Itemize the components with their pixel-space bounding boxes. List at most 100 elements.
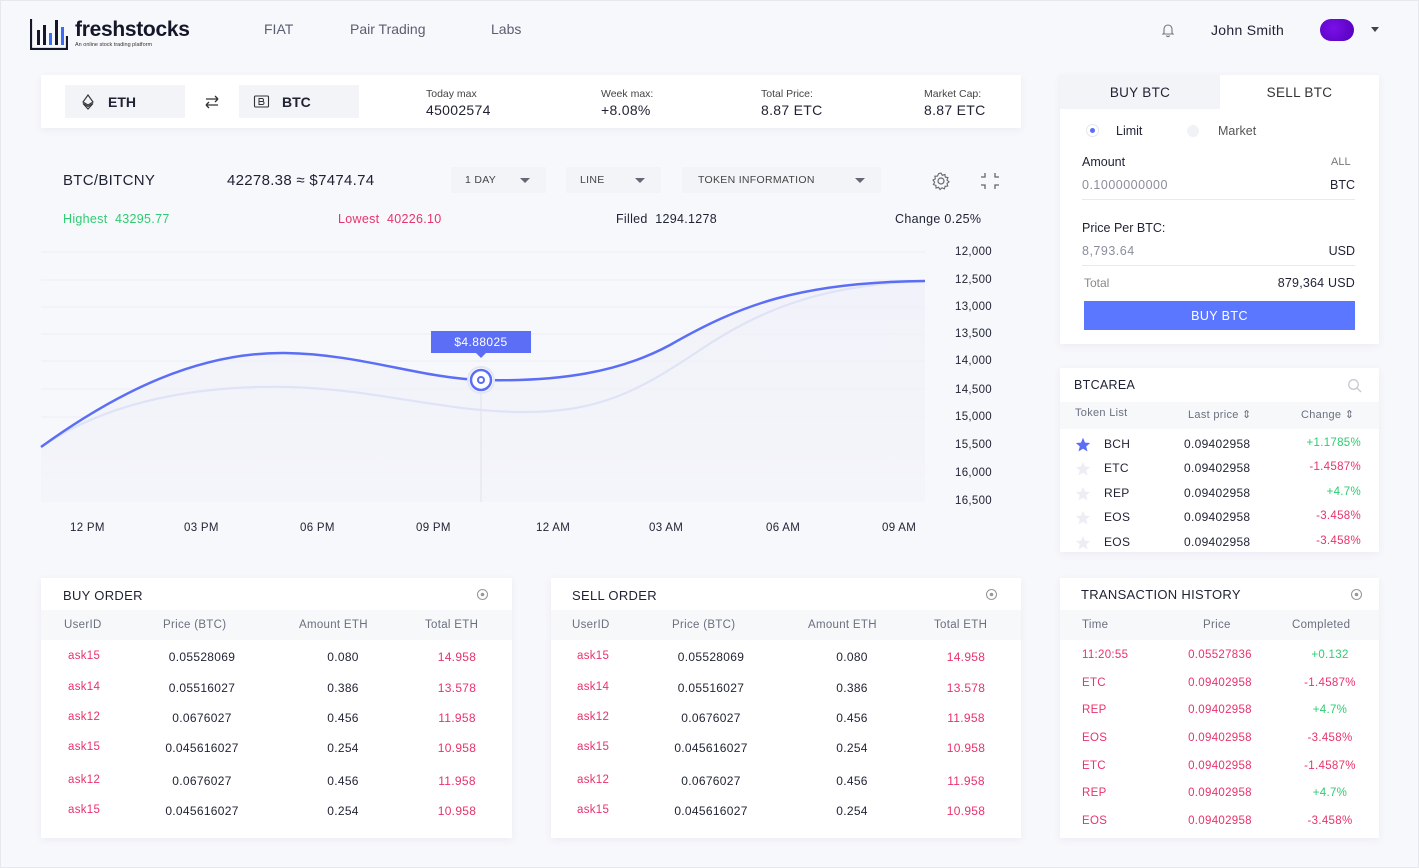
y-tick: 16,000 xyxy=(955,467,992,479)
cell-amount: 0.254 xyxy=(836,741,868,755)
y-tick: 12,500 xyxy=(955,274,992,286)
token-name: EOS xyxy=(1104,510,1131,524)
token-change: +4.7% xyxy=(1326,486,1361,498)
market-radio[interactable] xyxy=(1187,125,1199,137)
x-tick: 03 PM xyxy=(184,522,219,534)
token-change: -3.458% xyxy=(1316,535,1361,547)
cell-total: 11.958 xyxy=(438,711,476,725)
history-price: 0.09402958 xyxy=(1188,704,1252,716)
price-field[interactable]: 8,793.64 USD xyxy=(1082,242,1355,266)
history-time: EOS xyxy=(1082,732,1108,744)
y-tick: 14,000 xyxy=(955,355,992,367)
col-completed: Completed xyxy=(1292,619,1351,631)
y-tick: 15,500 xyxy=(955,439,992,451)
history-completed: -3.458% xyxy=(1307,815,1353,827)
cell-price: 0.045616027 xyxy=(674,804,748,818)
cell-userid: ask12 xyxy=(577,774,610,786)
x-tick: 09 PM xyxy=(416,522,451,534)
cell-total: 11.958 xyxy=(438,774,476,788)
price-unit: USD xyxy=(1328,244,1355,258)
x-tick: 12 AM xyxy=(536,522,571,534)
btcarea-col-price[interactable]: Last price ⇕ xyxy=(1188,408,1252,421)
all-button[interactable]: ALL xyxy=(1331,156,1351,168)
star-icon[interactable] xyxy=(1075,535,1091,550)
tab-sell[interactable]: SELL BTC xyxy=(1220,75,1379,109)
total-value: 879,364 USD xyxy=(1277,276,1355,290)
cell-userid: ask15 xyxy=(577,650,610,662)
cell-amount: 0.254 xyxy=(836,804,868,818)
cell-price: 0.045616027 xyxy=(165,804,239,818)
star-icon[interactable] xyxy=(1075,510,1091,525)
cell-total: 14.958 xyxy=(437,650,477,664)
history-time: EOS xyxy=(1082,815,1108,827)
star-icon[interactable] xyxy=(1075,486,1091,501)
cell-total: 10.958 xyxy=(946,804,986,818)
cell-userid: ask15 xyxy=(68,804,101,816)
limit-radio[interactable] xyxy=(1087,125,1098,136)
expand-icon[interactable] xyxy=(985,588,998,601)
history-title: TRANSACTION HISTORY xyxy=(1081,587,1241,602)
token-change: -3.458% xyxy=(1316,510,1361,522)
history-price: 0.09402958 xyxy=(1188,760,1252,772)
amount-input-placeholder: 0.1000000000 xyxy=(1082,178,1168,192)
expand-icon[interactable] xyxy=(1350,588,1363,601)
history-price: 0.09402958 xyxy=(1188,677,1252,689)
cell-price: 0.05528069 xyxy=(168,650,236,664)
cell-amount: 0.386 xyxy=(836,681,868,695)
y-tick: 16,500 xyxy=(955,495,992,507)
limit-label[interactable]: Limit xyxy=(1116,124,1142,138)
history-completed: -1.4587% xyxy=(1304,760,1356,772)
cell-price: 0.05516027 xyxy=(677,681,745,695)
cell-total: 11.958 xyxy=(947,711,985,725)
cell-amount: 0.080 xyxy=(836,650,868,664)
col-userid: UserID xyxy=(572,619,610,631)
btcarea-col-change[interactable]: Change ⇕ xyxy=(1301,408,1354,421)
amount-unit: BTC xyxy=(1330,178,1355,192)
y-tick: 15,000 xyxy=(955,411,992,423)
history-price: 0.09402958 xyxy=(1188,815,1252,827)
btcarea-title: BTCAREA xyxy=(1074,378,1136,392)
col-total: Total ETH xyxy=(425,619,479,631)
cell-userid: ask12 xyxy=(577,711,610,723)
history-completed: -3.458% xyxy=(1307,732,1353,744)
chart-marker[interactable] xyxy=(469,368,493,392)
y-tick: 14,500 xyxy=(955,384,992,396)
expand-icon[interactable] xyxy=(476,588,489,601)
tab-buy[interactable]: BUY BTC xyxy=(1060,75,1220,109)
cell-total: 11.958 xyxy=(947,774,985,788)
cell-total: 14.958 xyxy=(946,650,986,664)
cell-price: 0.0676027 xyxy=(681,774,741,788)
x-tick: 12 PM xyxy=(70,522,105,534)
star-icon[interactable] xyxy=(1075,437,1091,452)
cell-total: 10.958 xyxy=(946,741,986,755)
cell-total: 13.578 xyxy=(946,681,986,695)
cell-total: 10.958 xyxy=(437,804,477,818)
col-amount: Amount ETH xyxy=(808,619,877,631)
cell-userid: ask15 xyxy=(68,741,101,753)
chart-tooltip-value: $4.88025 xyxy=(454,335,508,349)
cell-price: 0.0676027 xyxy=(172,774,232,788)
token-name: EOS xyxy=(1104,535,1131,549)
col-total: Total ETH xyxy=(934,619,988,631)
col-amount: Amount ETH xyxy=(299,619,368,631)
cell-userid: ask15 xyxy=(577,804,610,816)
history-completed: +4.7% xyxy=(1312,704,1348,716)
cell-price: 0.0676027 xyxy=(172,711,232,725)
cell-userid: ask15 xyxy=(68,650,101,662)
chart-tooltip-arrow xyxy=(476,353,486,358)
cell-userid: ask12 xyxy=(68,774,101,786)
buy-btc-button[interactable]: BUY BTC xyxy=(1084,301,1355,330)
cell-total: 13.578 xyxy=(437,681,477,695)
token-price: 0.09402958 xyxy=(1184,461,1251,475)
col-price: Price (BTC) xyxy=(672,619,736,631)
search-icon[interactable] xyxy=(1347,378,1362,393)
history-time: REP xyxy=(1082,787,1107,799)
cell-amount: 0.456 xyxy=(327,711,359,725)
amount-label: Amount xyxy=(1082,155,1126,169)
amount-field[interactable]: 0.1000000000 BTC xyxy=(1082,176,1355,200)
cell-price: 0.05516027 xyxy=(168,681,236,695)
market-label[interactable]: Market xyxy=(1218,124,1256,138)
star-icon[interactable] xyxy=(1075,461,1091,476)
cell-userid: ask14 xyxy=(577,681,610,693)
sell-order-title: SELL ORDER xyxy=(572,588,657,603)
